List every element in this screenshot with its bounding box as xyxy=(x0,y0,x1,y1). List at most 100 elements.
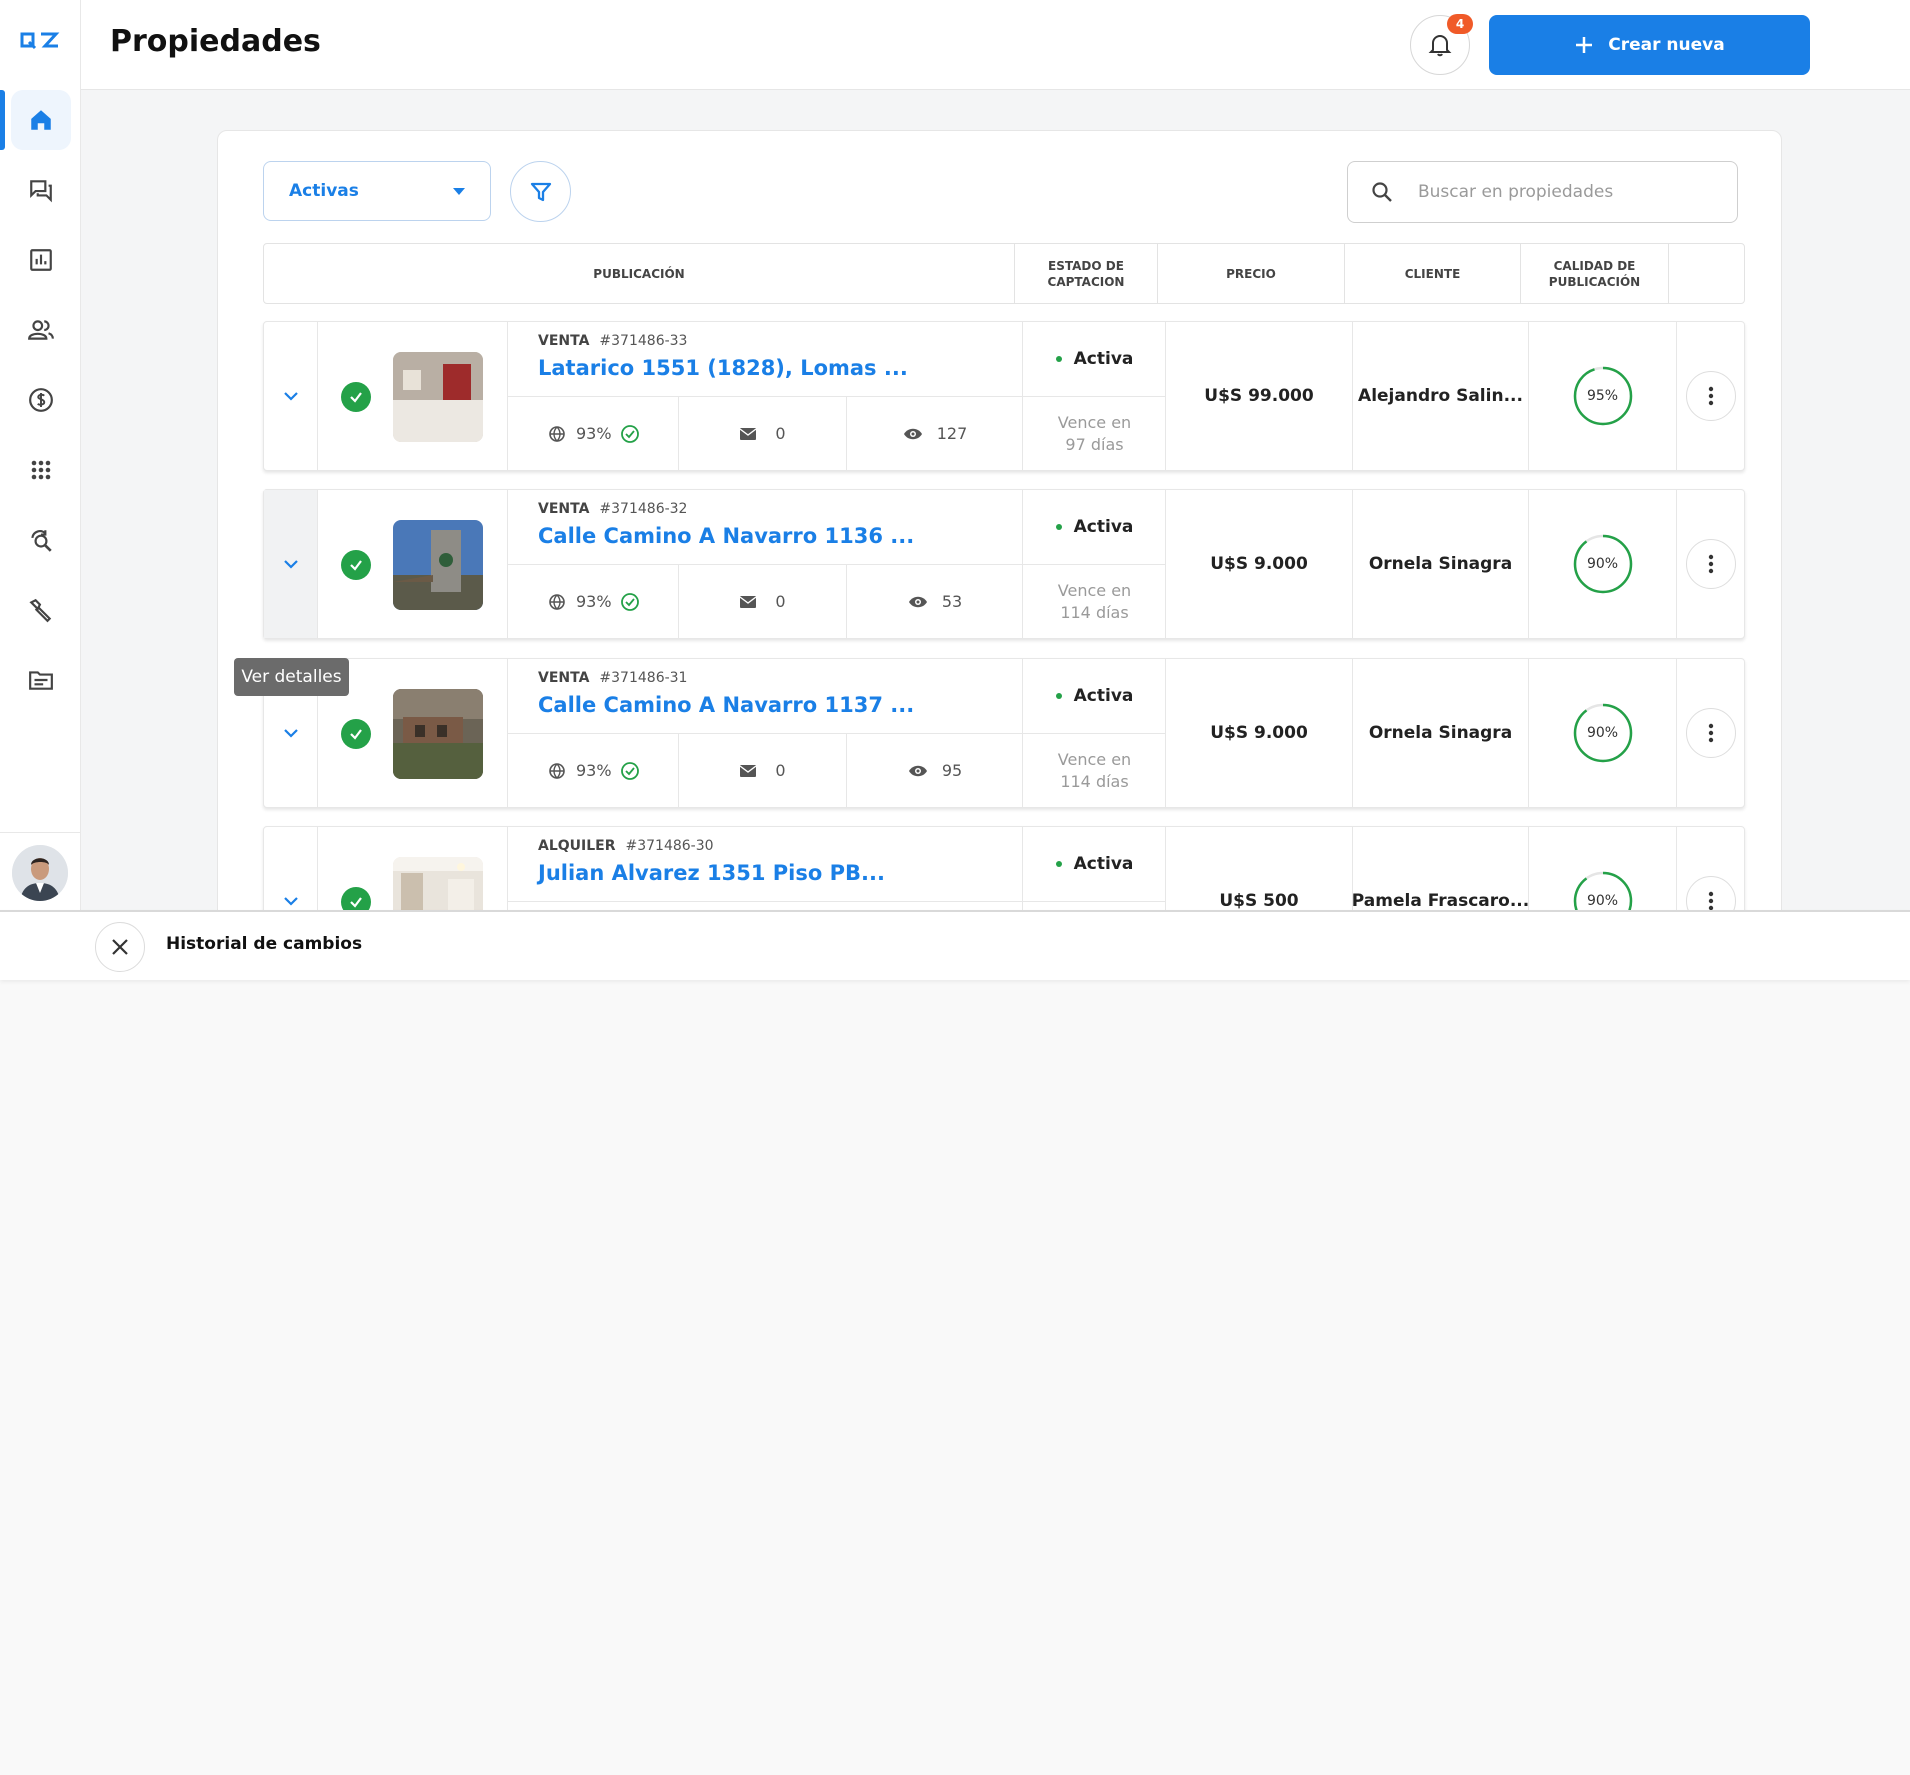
column-header-client[interactable]: CLIENTE xyxy=(1345,244,1521,303)
kebab-menu-icon xyxy=(1708,723,1713,743)
expiration-info: Vence en 114 días xyxy=(1057,580,1132,622)
chevron-down-icon xyxy=(283,729,298,738)
sidebar-item-home[interactable] xyxy=(0,90,81,150)
expand-row-button[interactable] xyxy=(264,490,318,638)
price: U$S 9.000 xyxy=(1166,659,1353,807)
client-name[interactable]: Alejandro Salin... xyxy=(1353,322,1529,470)
more-options-button[interactable] xyxy=(1685,371,1736,421)
price: U$S 500 xyxy=(1166,827,1353,910)
notifications-button[interactable]: 4 xyxy=(1410,14,1473,75)
publication-cell: VENTA #371486-33 Latarico 1551 (1828), Lo… xyxy=(508,322,1023,470)
capture-status-cell: Activa Vence en 97 días xyxy=(1023,322,1166,470)
messages-stat: 0 xyxy=(678,565,846,638)
bell-icon xyxy=(1428,35,1452,57)
reports-icon xyxy=(29,249,52,271)
column-header-capture-status[interactable]: ESTADO DE CAPTACION xyxy=(1015,244,1158,303)
property-thumbnail[interactable] xyxy=(393,352,483,442)
messages-stat: 0 xyxy=(678,734,846,807)
status-dot xyxy=(1055,524,1062,530)
search-icon xyxy=(1372,182,1392,202)
publication-cell: ALQUILER #371486-30 Julian Alvarez 1351 P… xyxy=(508,827,1023,910)
app-logo[interactable] xyxy=(19,28,61,52)
search-input[interactable] xyxy=(1416,181,1716,203)
sidebar-item-documents[interactable] xyxy=(0,650,81,710)
eye-icon xyxy=(908,765,927,776)
quality-value: 90% xyxy=(1586,556,1619,572)
more-options-button[interactable] xyxy=(1685,539,1736,589)
property-address-link[interactable]: Calle Camino A Navarro 1137 ... xyxy=(538,693,914,717)
change-history-panel: Historial de cambios xyxy=(0,910,1910,980)
search-box xyxy=(1347,161,1738,223)
operation-type: VENTA xyxy=(538,501,590,517)
publication-media xyxy=(318,827,508,910)
property-code: #371486-30 xyxy=(625,838,714,854)
expiration-info: Vence en 114 días xyxy=(1057,749,1132,791)
table-row[interactable]: VENTA #371486-33 Latarico 1551 (1828), Lo… xyxy=(263,321,1745,471)
row-actions xyxy=(1677,827,1744,910)
publication-cell: VENTA #371486-32 Calle Camino A Navarro 1… xyxy=(508,490,1023,638)
kebab-menu-icon xyxy=(1708,386,1713,406)
panel-title: Historial de cambios xyxy=(166,934,363,954)
status-filter-select[interactable]: Activas xyxy=(263,161,491,221)
table-row[interactable]: ALQUILER #371486-30 Julian Alvarez 1351 P… xyxy=(263,826,1745,910)
property-address-link[interactable]: Calle Camino A Navarro 1136 ... xyxy=(538,524,914,548)
more-options-button[interactable] xyxy=(1685,876,1736,910)
property-address-link[interactable]: Latarico 1551 (1828), Lomas ... xyxy=(538,356,908,380)
client-name[interactable]: Pamela Frascaro... xyxy=(1352,827,1529,910)
sidebar-item-search-sync[interactable] xyxy=(0,510,81,570)
column-header-price[interactable]: PRECIO xyxy=(1158,244,1345,303)
check-icon xyxy=(341,382,371,412)
quality-ring: 90% xyxy=(1573,871,1633,910)
sidebar-item-contacts[interactable] xyxy=(0,300,81,360)
capture-status-cell: Activa Vence en 114 días xyxy=(1023,490,1166,638)
check-circle-icon xyxy=(620,424,639,443)
sidebar-item-reports[interactable] xyxy=(0,230,81,290)
quality-cell: 90% xyxy=(1529,659,1677,807)
publication-media xyxy=(318,322,508,470)
property-code: #371486-32 xyxy=(599,501,688,517)
sidebar-item-tools[interactable] xyxy=(0,580,81,640)
property-thumbnail[interactable] xyxy=(393,689,483,779)
client-name[interactable]: Ornela Sinagra xyxy=(1353,490,1529,638)
documents-icon xyxy=(28,671,53,690)
notifications-badge: 4 xyxy=(1447,14,1473,34)
dollar-icon xyxy=(28,388,53,412)
property-address-link[interactable]: Julian Alvarez 1351 Piso PB... xyxy=(538,861,885,885)
column-header-publication[interactable]: PUBLICACIÓN xyxy=(264,244,1015,303)
chevron-down-icon xyxy=(283,897,298,906)
property-thumbnail[interactable] xyxy=(393,857,483,910)
capture-status-cell: Activa xyxy=(1023,827,1166,910)
property-code: #371486-33 xyxy=(599,333,688,349)
column-header-quality[interactable]: CALIDAD DE PUBLICACIÓN xyxy=(1521,244,1669,303)
sidebar-item-finance[interactable] xyxy=(0,370,81,430)
quality-ring: 95% xyxy=(1573,366,1633,426)
expand-row-button[interactable] xyxy=(264,827,318,910)
property-thumbnail[interactable] xyxy=(393,520,483,610)
avatar[interactable] xyxy=(12,845,68,901)
sidebar-item-apps[interactable] xyxy=(0,440,81,500)
views-stat: 95 xyxy=(846,734,1023,807)
quality-ring: 90% xyxy=(1573,534,1633,594)
web-quality-stat: 93% xyxy=(508,397,678,470)
table-row[interactable]: VENTA #371486-32 Calle Camino A Navarro 1… xyxy=(263,489,1745,639)
status-filter-value: Activas xyxy=(289,181,359,201)
sidebar-item-chat[interactable] xyxy=(0,160,81,220)
mail-icon xyxy=(739,595,757,608)
expand-row-button[interactable] xyxy=(264,322,318,470)
price: U$S 99.000 xyxy=(1166,322,1353,470)
more-options-button[interactable] xyxy=(1685,708,1736,758)
sidebar-footer xyxy=(0,832,81,910)
globe-icon xyxy=(549,425,565,442)
create-new-button[interactable]: Crear nueva xyxy=(1489,15,1810,75)
row-actions xyxy=(1677,490,1744,638)
plus-icon xyxy=(1576,37,1593,53)
client-name[interactable]: Ornela Sinagra xyxy=(1353,659,1529,807)
table-row[interactable]: VENTA #371486-31 Calle Camino A Navarro 1… xyxy=(263,658,1745,808)
close-panel-button[interactable] xyxy=(95,922,145,972)
filter-button[interactable] xyxy=(510,161,571,222)
check-icon xyxy=(341,550,371,580)
chat-icon xyxy=(29,180,52,203)
check-icon xyxy=(341,719,371,749)
views-stat: 127 xyxy=(846,397,1023,470)
status-label: Activa xyxy=(1073,349,1134,369)
